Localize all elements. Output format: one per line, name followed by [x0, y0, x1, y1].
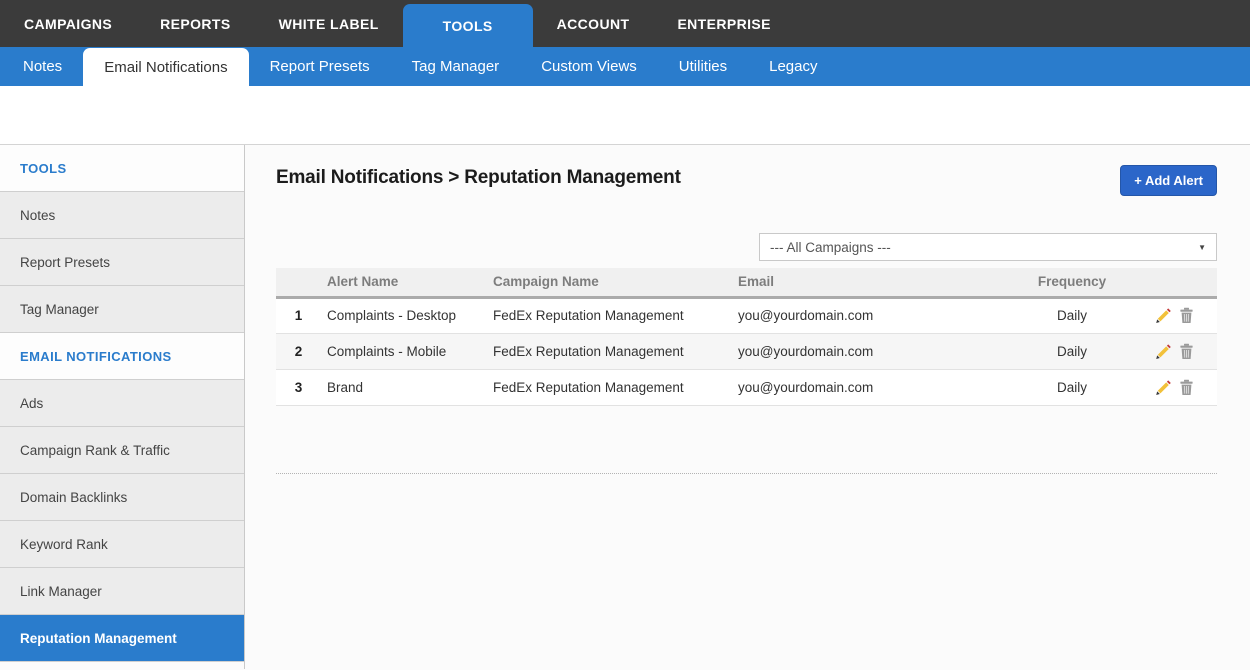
sidebar-item-notes[interactable]: Notes [0, 192, 244, 239]
alerts-table: Alert Name Campaign Name Email Frequency… [276, 268, 1217, 406]
col-number [276, 268, 321, 297]
delete-icon[interactable] [1178, 379, 1195, 396]
content-area: TOOLS Notes Report Presets Tag Manager E… [0, 145, 1250, 669]
sidebar-header-email-notifications: EMAIL NOTIFICATIONS [0, 333, 244, 380]
topnav-tools[interactable]: TOOLS [403, 4, 533, 47]
col-email: Email [732, 268, 1012, 297]
sidebar-item-reputation-management[interactable]: Reputation Management [0, 615, 244, 662]
sidebar-item-keyword-rank[interactable]: Keyword Rank [0, 521, 244, 568]
topnav-white-label[interactable]: WHITE LABEL [255, 0, 403, 47]
delete-icon[interactable] [1178, 307, 1195, 324]
subnav-notes[interactable]: Notes [2, 47, 83, 86]
main-panel: Email Notifications > Reputation Managem… [245, 145, 1250, 669]
campaign-filter-select[interactable]: --- All Campaigns --- ▼ [759, 233, 1217, 261]
chevron-down-icon: ▼ [1198, 243, 1206, 252]
email-cell: you@yourdomain.com [732, 333, 1012, 369]
section-divider [276, 473, 1217, 474]
campaign-filter-value: --- All Campaigns --- [770, 240, 891, 255]
col-alert-name: Alert Name [321, 268, 487, 297]
edit-icon[interactable] [1155, 307, 1172, 324]
subnav-report-presets[interactable]: Report Presets [249, 47, 391, 86]
alert-name-cell: Complaints - Mobile [321, 333, 487, 369]
table-header-row: Alert Name Campaign Name Email Frequency [276, 268, 1217, 297]
delete-icon[interactable] [1178, 343, 1195, 360]
alert-name-cell: Brand [321, 369, 487, 405]
subnav-legacy[interactable]: Legacy [748, 47, 838, 86]
topnav-reports[interactable]: REPORTS [136, 0, 254, 47]
table-row: 1 Complaints - Desktop FedEx Reputation … [276, 297, 1217, 333]
campaign-name-cell: FedEx Reputation Management [487, 369, 732, 405]
email-cell: you@yourdomain.com [732, 369, 1012, 405]
edit-icon[interactable] [1155, 379, 1172, 396]
campaign-name-cell: FedEx Reputation Management [487, 297, 732, 333]
table-row: 3 Brand FedEx Reputation Management you@… [276, 369, 1217, 405]
frequency-cell: Daily [1012, 297, 1132, 333]
email-cell: you@yourdomain.com [732, 297, 1012, 333]
sidebar-item-ads[interactable]: Ads [0, 380, 244, 427]
col-campaign-name: Campaign Name [487, 268, 732, 297]
sidebar-item-tag-manager[interactable]: Tag Manager [0, 286, 244, 333]
topnav-account[interactable]: ACCOUNT [533, 0, 654, 47]
col-actions [1132, 268, 1217, 297]
col-frequency: Frequency [1012, 268, 1132, 297]
topnav-campaigns[interactable]: CAMPAIGNS [0, 0, 136, 47]
row-actions [1132, 333, 1217, 369]
row-actions [1132, 297, 1217, 333]
sidebar-item-link-manager[interactable]: Link Manager [0, 568, 244, 615]
page-title: Email Notifications > Reputation Managem… [276, 165, 681, 189]
subnav-tag-manager[interactable]: Tag Manager [391, 47, 521, 86]
tools-sub-navigation: Notes Email Notifications Report Presets… [0, 47, 1250, 86]
sidebar: TOOLS Notes Report Presets Tag Manager E… [0, 145, 245, 669]
subnav-email-notifications[interactable]: Email Notifications [83, 48, 248, 86]
sidebar-header-tools: TOOLS [0, 145, 244, 192]
header-spacer-band [0, 86, 1250, 145]
top-navigation: CAMPAIGNS REPORTS WHITE LABEL TOOLS ACCO… [0, 0, 1250, 47]
subnav-custom-views[interactable]: Custom Views [520, 47, 658, 86]
sidebar-item-report-presets[interactable]: Report Presets [0, 239, 244, 286]
sidebar-item-campaign-rank-traffic[interactable]: Campaign Rank & Traffic [0, 427, 244, 474]
add-alert-button[interactable]: + Add Alert [1120, 165, 1217, 196]
sidebar-item-domain-backlinks[interactable]: Domain Backlinks [0, 474, 244, 521]
alert-name-cell: Complaints - Desktop [321, 297, 487, 333]
frequency-cell: Daily [1012, 369, 1132, 405]
table-row: 2 Complaints - Mobile FedEx Reputation M… [276, 333, 1217, 369]
frequency-cell: Daily [1012, 333, 1132, 369]
row-number: 1 [276, 297, 321, 333]
topnav-enterprise[interactable]: ENTERPRISE [653, 0, 794, 47]
edit-icon[interactable] [1155, 343, 1172, 360]
subnav-utilities[interactable]: Utilities [658, 47, 748, 86]
row-actions [1132, 369, 1217, 405]
row-number: 2 [276, 333, 321, 369]
campaign-name-cell: FedEx Reputation Management [487, 333, 732, 369]
row-number: 3 [276, 369, 321, 405]
